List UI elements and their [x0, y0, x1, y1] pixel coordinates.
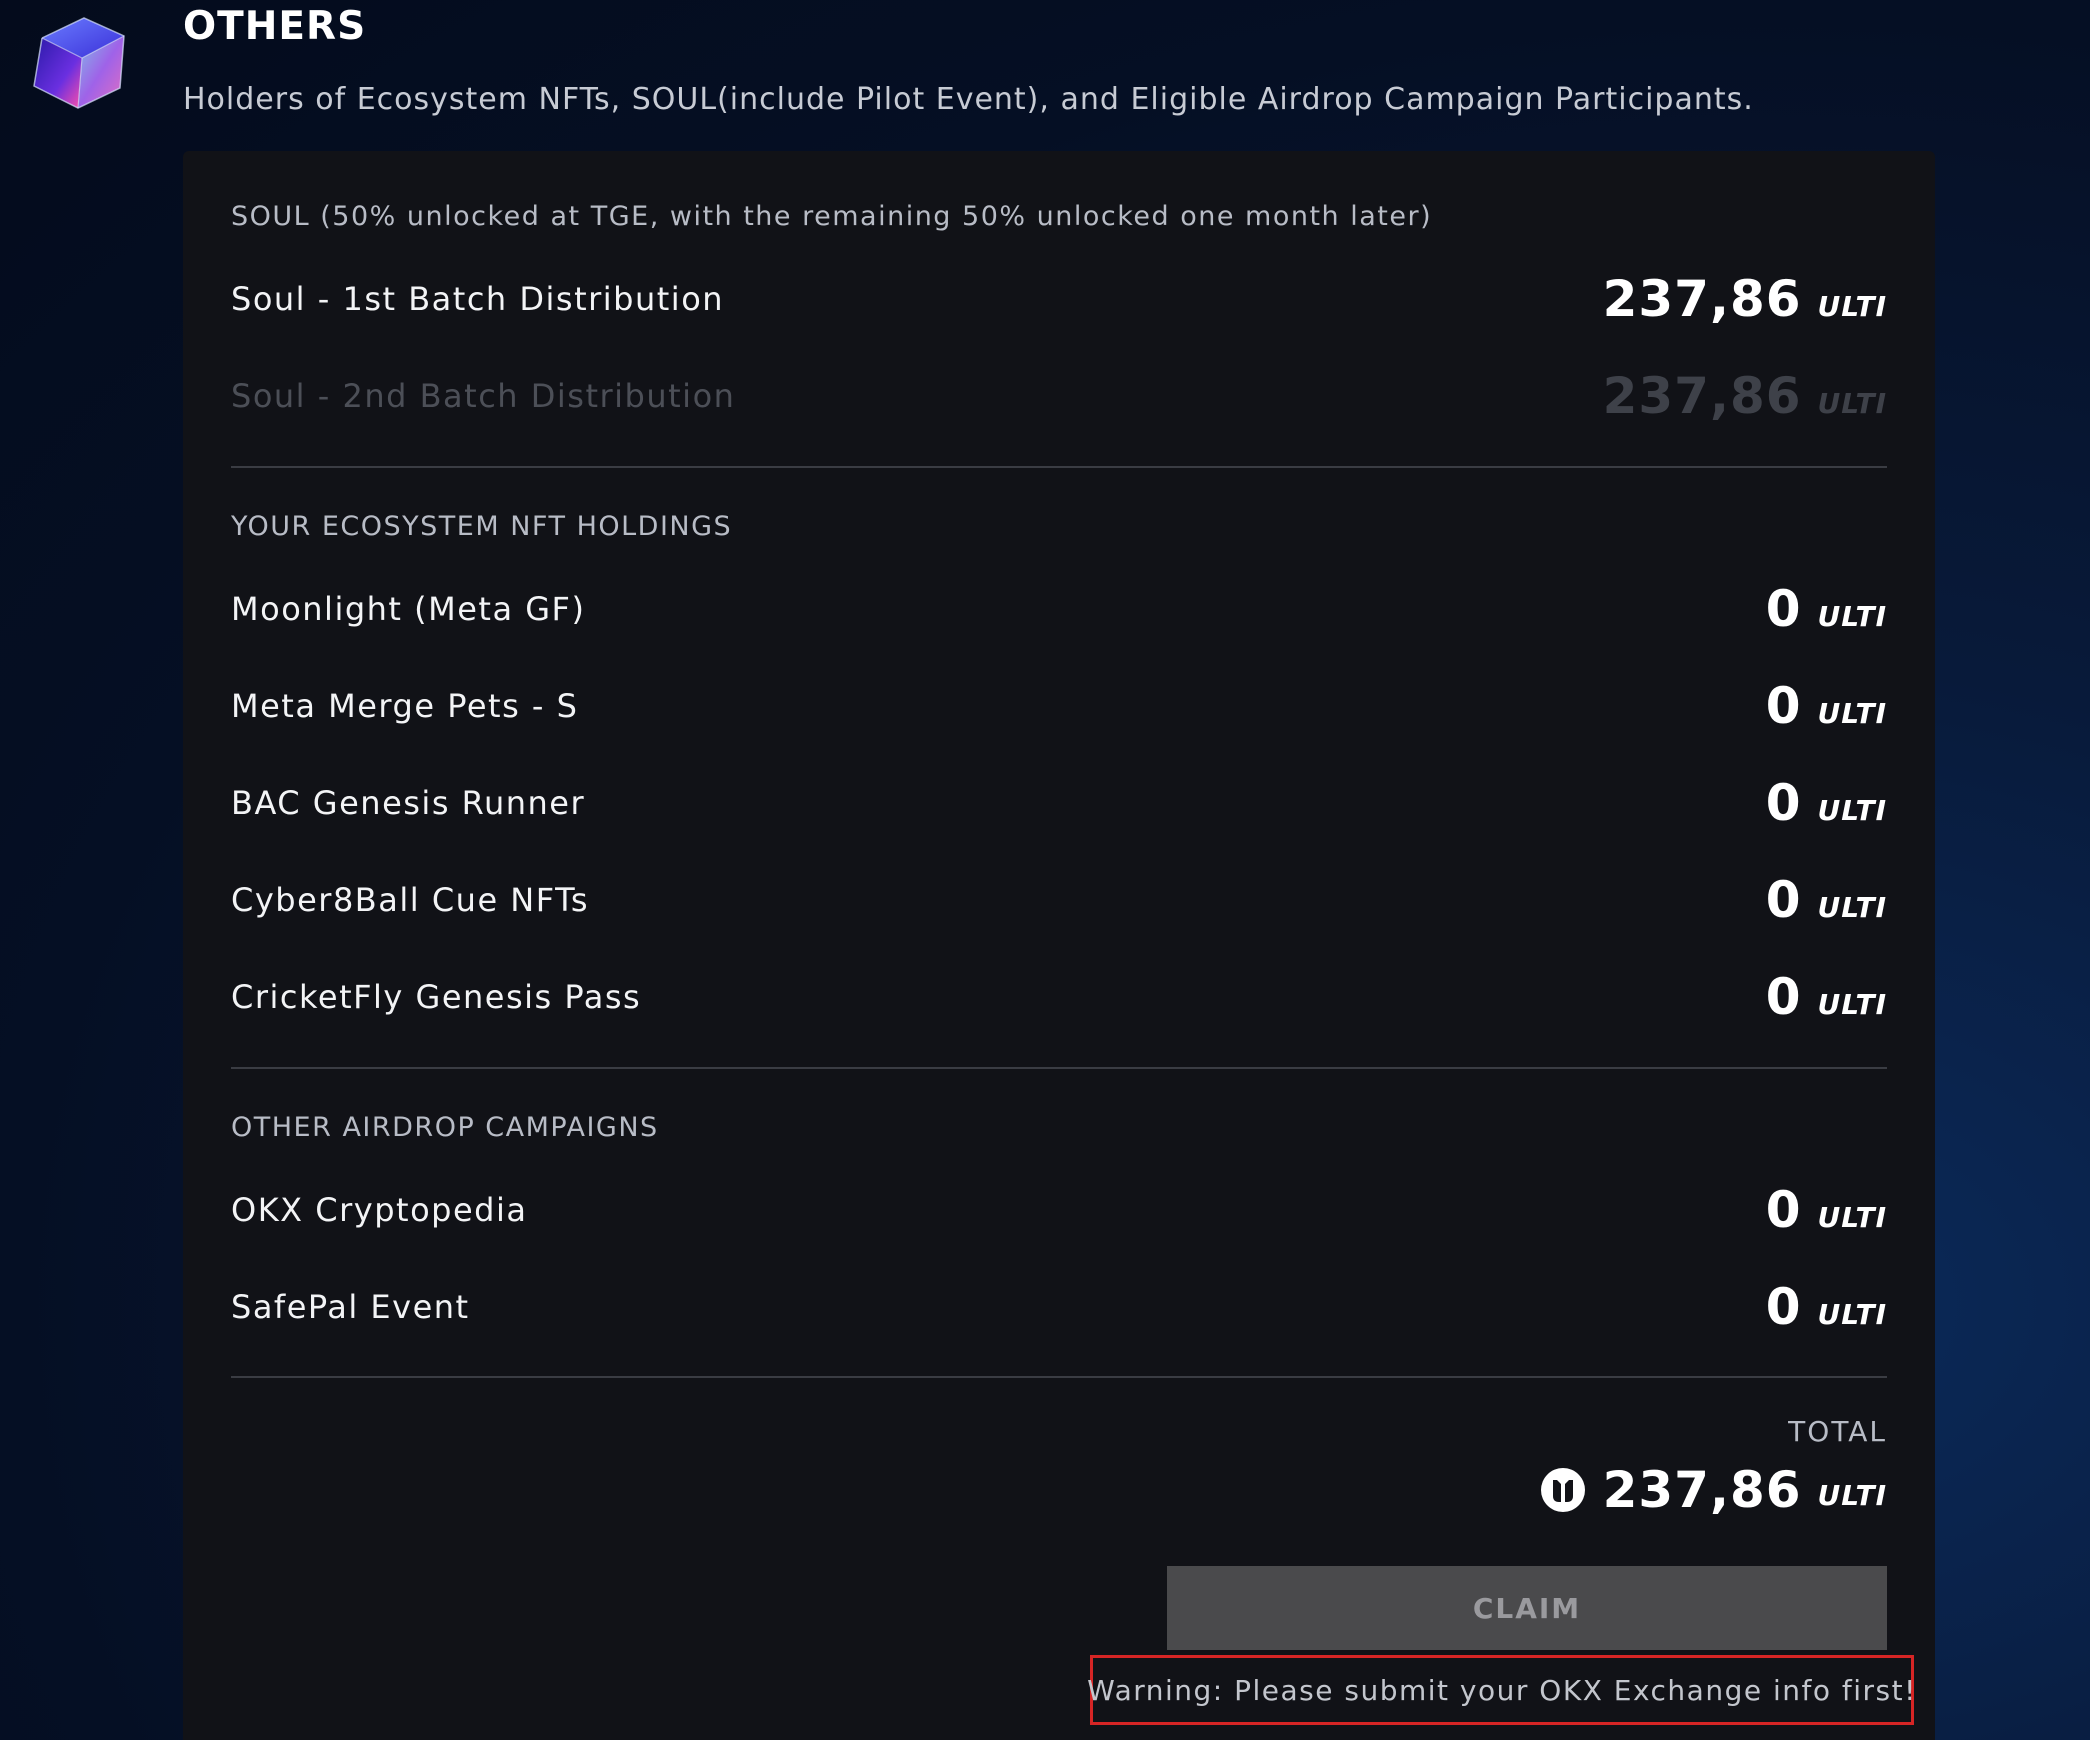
total-unit: ULTI [1817, 1478, 1887, 1512]
page-subtitle: Holders of Ecosystem NFTs, SOUL(include … [183, 82, 1754, 117]
reward-name: Moonlight (Meta GF) [231, 590, 586, 628]
reward-amount: 0 ULTI [1766, 968, 1887, 1026]
reward-amount: 0 ULTI [1766, 677, 1887, 735]
soul-section-label: SOUL (50% unlocked at TGE, with the rema… [231, 201, 1433, 232]
amount-unit: ULTI [1817, 1201, 1887, 1234]
reward-row-bac-genesis-runner: BAC Genesis Runner 0 ULTI [231, 768, 1887, 838]
reward-name: CricketFly Genesis Pass [231, 978, 642, 1016]
reward-row-okx-cryptopedia: OKX Cryptopedia 0 ULTI [231, 1175, 1887, 1245]
airdrop-section-label: OTHER AIRDROP CAMPAIGNS [231, 1112, 659, 1143]
reward-row-moonlight: Moonlight (Meta GF) 0 ULTI [231, 574, 1887, 644]
reward-row-cricketfly: CricketFly Genesis Pass 0 ULTI [231, 962, 1887, 1032]
okx-warning-message: Warning: Please submit your OKX Exchange… [1087, 1655, 1915, 1725]
amount-value: 0 [1765, 968, 1802, 1026]
reward-amount: 0 ULTI [1766, 1181, 1887, 1239]
reward-amount: 237,86 ULTI [1603, 367, 1887, 425]
page-title: OTHERS [183, 4, 367, 49]
amount-value: 0 [1765, 677, 1802, 735]
reward-name: Soul - 1st Batch Distribution [231, 280, 725, 318]
amount-value: 237,86 [1602, 367, 1802, 425]
reward-row-cyber8ball: Cyber8Ball Cue NFTs 0 ULTI [231, 865, 1887, 935]
reward-row-soul-batch-2: Soul - 2nd Batch Distribution 237,86 ULT… [231, 361, 1887, 431]
reward-name: Cyber8Ball Cue NFTs [231, 881, 589, 919]
amount-value: 0 [1765, 871, 1802, 929]
total-value: 237,86 [1602, 1461, 1802, 1519]
reward-amount: 0 ULTI [1766, 871, 1887, 929]
amount-unit: ULTI [1817, 697, 1887, 730]
amount-unit: ULTI [1817, 988, 1887, 1021]
reward-name: BAC Genesis Runner [231, 784, 586, 822]
ulti-token-icon [1540, 1468, 1585, 1512]
amount-value: 237,86 [1602, 270, 1802, 328]
cube-logo-icon [33, 17, 125, 109]
reward-name: Meta Merge Pets - S [231, 687, 579, 725]
reward-row-meta-merge-pets: Meta Merge Pets - S 0 ULTI [231, 671, 1887, 741]
claim-button[interactable]: CLAIM [1167, 1566, 1887, 1650]
reward-name: OKX Cryptopedia [231, 1191, 528, 1229]
reward-row-safepal-event: SafePal Event 0 ULTI [231, 1272, 1887, 1342]
reward-amount: 237,86 ULTI [1603, 270, 1887, 328]
total-amount: 237,86 ULTI [1539, 1461, 1887, 1519]
amount-unit: ULTI [1817, 794, 1887, 827]
reward-name: SafePal Event [231, 1288, 470, 1326]
section-divider [231, 1067, 1887, 1069]
amount-unit: ULTI [1817, 387, 1887, 420]
reward-amount: 0 ULTI [1766, 774, 1887, 832]
amount-value: 0 [1765, 774, 1802, 832]
amount-unit: ULTI [1817, 891, 1887, 924]
total-label: TOTAL [1788, 1415, 1887, 1448]
amount-unit: ULTI [1817, 290, 1887, 323]
section-divider [231, 466, 1887, 468]
reward-name: Soul - 2nd Batch Distribution [231, 377, 736, 415]
reward-amount: 0 ULTI [1766, 580, 1887, 638]
amount-value: 0 [1765, 580, 1802, 638]
section-divider [231, 1376, 1887, 1378]
nft-section-label: YOUR ECOSYSTEM NFT HOLDINGS [231, 511, 733, 542]
reward-row-soul-batch-1: Soul - 1st Batch Distribution 237,86 ULT… [231, 264, 1887, 334]
reward-amount: 0 ULTI [1766, 1278, 1887, 1336]
amount-value: 0 [1765, 1278, 1802, 1336]
amount-value: 0 [1765, 1181, 1802, 1239]
rewards-card: SOUL (50% unlocked at TGE, with the rema… [183, 151, 1935, 1740]
amount-unit: ULTI [1817, 1298, 1887, 1331]
amount-unit: ULTI [1817, 600, 1887, 633]
